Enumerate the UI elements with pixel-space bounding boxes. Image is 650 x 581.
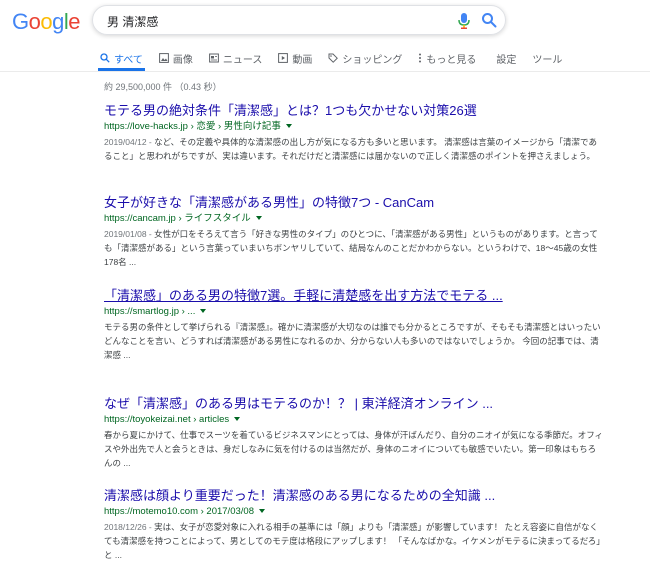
result-snippet: 2019/01/08 - 女性が口をそろえて言う「好きな男性のタイプ」のひとつに… (104, 227, 604, 269)
search-result: モテる男の絶対条件「清潔感」とは？1つも欠かせない対策26選 https://l… (104, 102, 604, 163)
result-url-text: https://love-hacks.jp › 恋愛 › 男性向け記事 (104, 121, 281, 132)
result-snippet-text: など、その定義や具体的な清潔感の出し方が気になる方も多いと思います。 清潔感は言… (104, 137, 597, 161)
logo-letter: o (40, 9, 53, 34)
dropdown-caret-icon[interactable] (258, 509, 265, 514)
tab-settings[interactable]: 設定 (496, 48, 516, 68)
search-input[interactable] (107, 12, 437, 30)
result-stats: 約 29,500,000 件 （0.43 秒） (104, 82, 222, 92)
result-url[interactable]: https://motemo10.com › 2017/03/08 (104, 505, 604, 519)
search-icon (100, 53, 110, 63)
search-header: Google すべて 画像 ニュース 動画 (0, 0, 650, 72)
result-title-link[interactable]: モテる男の絶対条件「清潔感」とは？1つも欠かせない対策26選 (104, 102, 604, 119)
tab-all[interactable]: すべて (98, 48, 145, 71)
google-logo[interactable]: Google (12, 9, 81, 35)
search-icon[interactable] (481, 12, 497, 28)
tab-images[interactable]: 画像 (159, 48, 193, 68)
tab-more[interactable]: もっと見る (418, 48, 476, 68)
result-url[interactable]: https://love-hacks.jp › 恋愛 › 男性向け記事 (104, 120, 604, 134)
tab-shopping[interactable]: ショッピング (328, 48, 402, 68)
tab-label: 動画 (292, 54, 313, 66)
image-icon (159, 53, 169, 63)
result-date: 2019/01/08 - (104, 229, 155, 239)
search-box[interactable] (92, 5, 506, 35)
dropdown-caret-icon[interactable] (234, 417, 241, 422)
tab-label: 画像 (172, 54, 193, 66)
video-icon (278, 53, 289, 63)
result-url[interactable]: https://smartlog.jp › ... (104, 305, 604, 319)
result-date: 2019/04/12 - (104, 137, 155, 147)
microphone-icon[interactable] (457, 12, 471, 30)
logo-letter: g (52, 9, 64, 34)
result-snippet-text: 実は、女子が恋愛対象に入れる相手の基準には「顔」よりも「清潔感」が影響しています… (104, 522, 601, 560)
result-url-text: https://cancam.jp › ライフスタイル (104, 213, 251, 224)
search-result: 女子が好きな「清潔感がある男性」の特徴7つ - CanCam https://c… (104, 194, 604, 269)
logo-letter: e (68, 9, 81, 34)
tab-label: 設定 (496, 54, 517, 66)
result-snippet-text: モテる男の条件として挙げられる『清潔感』。確かに清潔感が大切なのは誰でも分かると… (104, 322, 601, 360)
dropdown-caret-icon[interactable] (285, 124, 292, 129)
result-snippet: 2019/04/12 - など、その定義や具体的な清潔感の出し方が気になる方も多… (104, 135, 604, 163)
tab-videos[interactable]: 動画 (278, 48, 312, 68)
result-snippet-text: 春から夏にかけて、仕事でスーツを着ているビジネスマンにとっては、身体が汗ばんだり… (104, 430, 604, 468)
search-tabs: すべて 画像 ニュース 動画 ショッピング もっと見る 設定 ツール (98, 48, 578, 72)
result-url-text: https://toyokeizai.net › articles (104, 414, 230, 425)
result-snippet: モテる男の条件として挙げられる『清潔感』。確かに清潔感が大切なのは誰でも分かると… (104, 320, 604, 362)
logo-letter: o (28, 9, 41, 34)
result-date: 2018/12/26 - (104, 522, 155, 532)
tab-label: ツール (532, 54, 563, 66)
result-title-link[interactable]: 清潔感は顔より重要だった！清潔感のある男になるための全知識 ... (104, 487, 604, 504)
result-url-text: https://smartlog.jp › ... (104, 306, 196, 317)
tag-icon (328, 53, 339, 63)
result-title-link[interactable]: 女子が好きな「清潔感がある男性」の特徴7つ - CanCam (104, 194, 604, 211)
result-snippet: 春から夏にかけて、仕事でスーツを着ているビジネスマンにとっては、身体が汗ばんだり… (104, 428, 604, 470)
result-url-text: https://motemo10.com › 2017/03/08 (104, 506, 254, 517)
search-result: 「清潔感」のある男の特徴7選。手軽に清楚感を出す方法でモテる ... https… (104, 287, 604, 362)
tab-label: すべて (114, 54, 143, 66)
result-title-link[interactable]: なぜ「清潔感」のある男はモテるのか！？ | 東洋経済オンライン ... (104, 395, 604, 412)
logo-letter: G (12, 9, 29, 34)
dropdown-caret-icon[interactable] (200, 309, 207, 314)
search-result: 清潔感は顔より重要だった！清潔感のある男になるための全知識 ... https:… (104, 487, 604, 562)
result-snippet: 2018/12/26 - 実は、女子が恋愛対象に入れる相手の基準には「顔」よりも… (104, 520, 604, 562)
result-snippet-text: 女性が口をそろえて言う「好きな男性のタイプ」のひとつに、「清潔感がある男性」とい… (104, 229, 598, 267)
tab-tools[interactable]: ツール (532, 48, 562, 68)
news-icon (209, 53, 219, 63)
tab-news[interactable]: ニュース (209, 48, 263, 68)
dropdown-caret-icon[interactable] (255, 216, 262, 221)
result-url[interactable]: https://toyokeizai.net › articles (104, 413, 604, 427)
search-result: なぜ「清潔感」のある男はモテるのか！？ | 東洋経済オンライン ... http… (104, 395, 604, 470)
result-title-link[interactable]: 「清潔感」のある男の特徴7選。手軽に清楚感を出す方法でモテる ... (104, 287, 604, 304)
tab-label: ニュース (222, 54, 263, 66)
result-url[interactable]: https://cancam.jp › ライフスタイル (104, 212, 604, 226)
tab-label: ショッピング (342, 54, 403, 66)
more-vert-icon (419, 53, 422, 63)
tab-label: もっと見る (426, 54, 477, 66)
